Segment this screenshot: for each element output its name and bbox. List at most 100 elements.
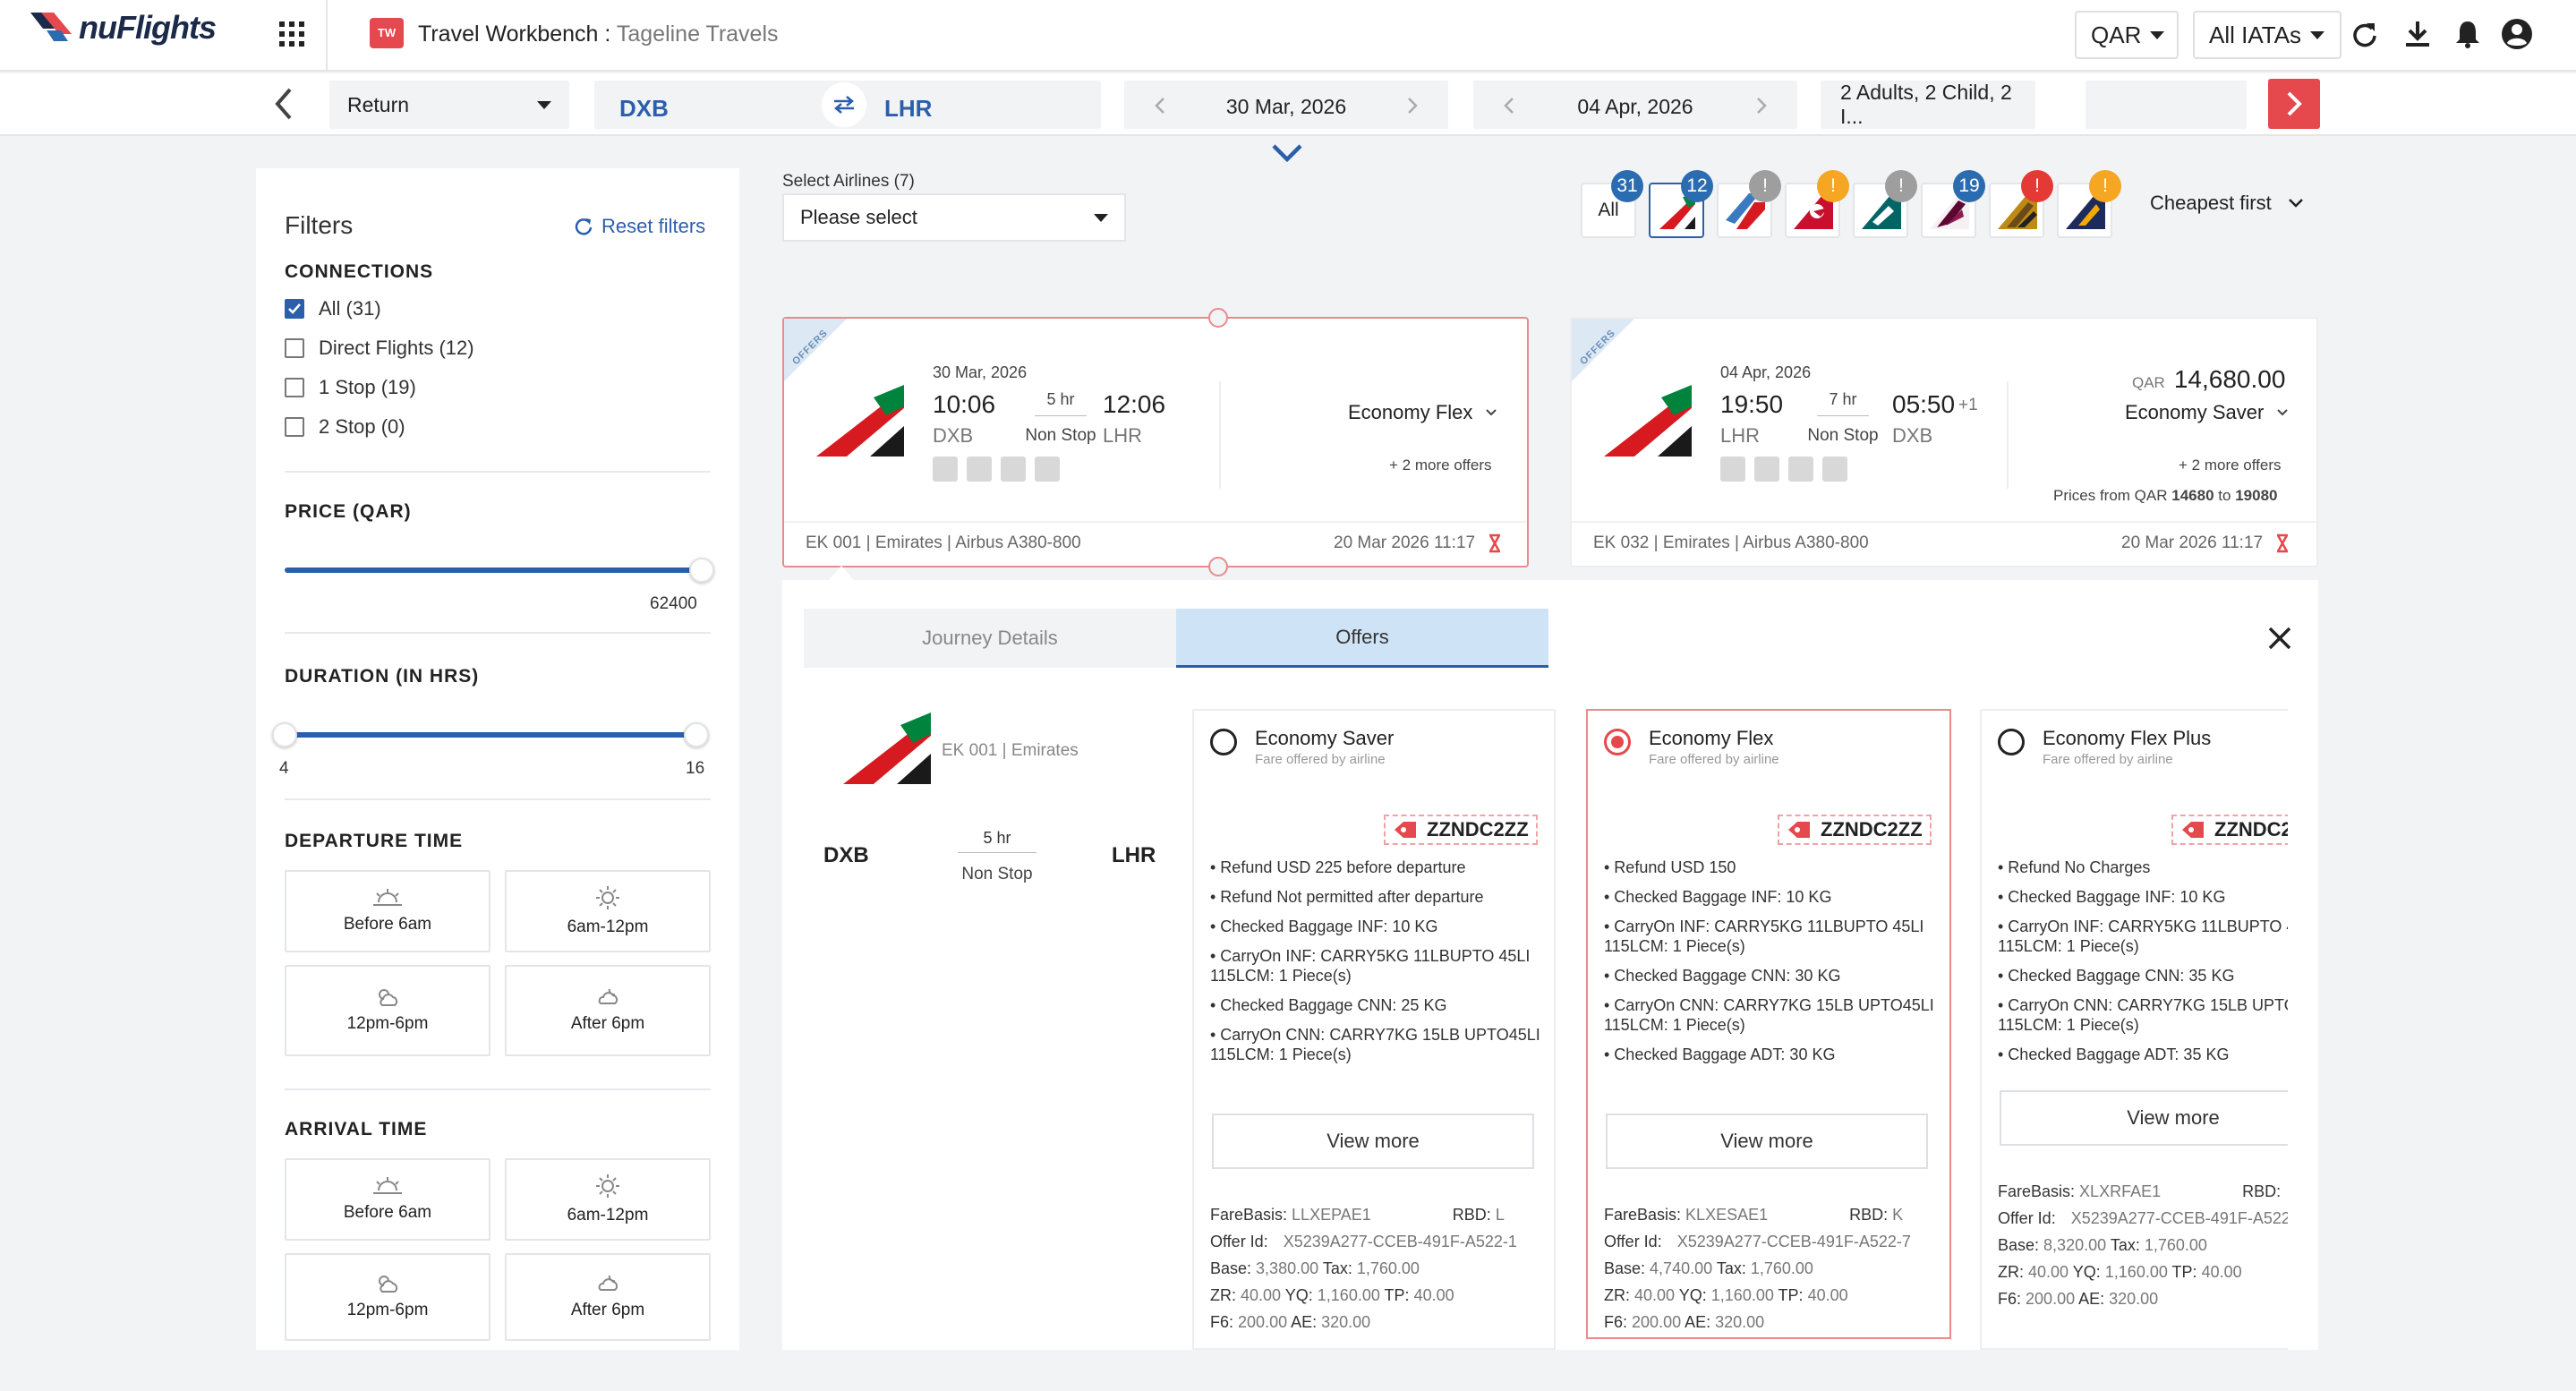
airline-count-badge: 31 [1611, 170, 1643, 202]
prices-from-label: Prices from QAR [2053, 487, 2168, 504]
base-tax-row: Base: 3,380.00 Tax: 1,760.00 [1210, 1255, 1517, 1282]
inbound-fare-select[interactable]: Economy Saver [2125, 401, 2289, 424]
close-icon[interactable] [2268, 627, 2291, 650]
origin-field[interactable]: DXB [619, 95, 669, 123]
departure-before-6am[interactable]: Before 6am [285, 870, 490, 952]
chevron-down-icon [2310, 30, 2325, 39]
reset-filters-button[interactable]: Reset filters [575, 215, 705, 238]
expand-search-chevron-icon[interactable] [1271, 143, 1303, 163]
download-icon[interactable] [2404, 20, 2431, 48]
extra-field[interactable] [2086, 81, 2247, 129]
outbound-dep-time: 10:06 [933, 390, 996, 418]
divider [285, 1088, 711, 1090]
price-slider-track[interactable] [285, 567, 700, 573]
offer-card-economy-flex[interactable]: Economy Flex Fare offered by airline ZZN… [1586, 709, 1951, 1339]
checkbox-checked[interactable] [285, 299, 304, 319]
ae-label: AE: [1685, 1313, 1711, 1331]
arrival-12pm-6pm[interactable]: 12pm-6pm [285, 1253, 490, 1341]
checkbox[interactable] [285, 378, 304, 397]
iata-select[interactable]: All IATAs [2193, 11, 2341, 59]
tab-offers[interactable]: Offers [1176, 609, 1548, 668]
route-field: DXB LHR [594, 81, 1101, 129]
prices-from-max: 19080 [2235, 487, 2278, 504]
offer-radio[interactable] [1210, 729, 1237, 755]
ae-label: AE: [2078, 1290, 2105, 1308]
search-submit-button[interactable] [2268, 79, 2320, 129]
destination-field[interactable]: LHR [884, 95, 932, 123]
back-chevron-icon[interactable] [274, 88, 294, 120]
currency-value: QAR [2091, 21, 2142, 48]
swap-route-button[interactable] [822, 82, 866, 127]
hourglass-icon [2276, 533, 2289, 553]
checkbox[interactable] [285, 417, 304, 437]
passengers-field[interactable]: 2 Adults, 2 Child, 2 I... [1821, 81, 2035, 129]
apps-grid-icon[interactable] [279, 21, 304, 47]
connections-title: CONNECTIONS [285, 261, 434, 282]
yq-value: 1,160.00 [2104, 1263, 2168, 1281]
outbound-fare-select[interactable]: Economy Flex [1348, 401, 1497, 424]
header-divider [326, 0, 328, 72]
refresh-icon[interactable] [2352, 21, 2377, 48]
price-slider-handle[interactable] [689, 558, 714, 583]
connection-option-2-stop[interactable]: 2 Stop (0) [285, 415, 474, 439]
connections-list: All (31) Direct Flights (12) 1 Stop (19)… [285, 297, 474, 439]
connection-option-1-stop[interactable]: 1 Stop (19) [285, 376, 474, 399]
zr-value: 40.00 [1241, 1286, 1282, 1304]
checkbox[interactable] [285, 338, 304, 358]
arrival-after-6pm[interactable]: After 6pm [505, 1253, 711, 1341]
view-more-button[interactable]: View more [1606, 1114, 1928, 1169]
view-more-button[interactable]: View more [1212, 1114, 1534, 1169]
offer-card-economy-flex-plus[interactable]: Economy Flex Plus Fare offered by airlin… [1980, 709, 2288, 1350]
trip-type-select[interactable]: Return [329, 81, 569, 129]
rbd-value: L [1495, 1206, 1505, 1224]
departure-12pm-6pm[interactable]: 12pm-6pm [285, 965, 490, 1056]
return-date-field[interactable]: 04 Apr, 2026 [1473, 81, 1797, 129]
workbench-icon: TW [370, 18, 404, 48]
airline-warning-badge: ! [2021, 170, 2053, 202]
arrival-before-6am[interactable]: Before 6am [285, 1158, 490, 1241]
connection-option-all[interactable]: All (31) [285, 297, 474, 320]
sort-select[interactable]: Cheapest first [2150, 192, 2304, 215]
time-slot-label: Before 6am [343, 915, 432, 934]
airline-select[interactable]: Please select [782, 193, 1126, 242]
user-account-icon[interactable] [2501, 18, 2533, 50]
search-bar: Return DXB LHR 30 Mar, 2026 04 Apr, 2026… [0, 73, 2576, 136]
next-date-icon[interactable] [1756, 97, 1767, 115]
base-label: Base: [1998, 1236, 2040, 1254]
offer-card-economy-saver[interactable]: Economy Saver Fare offered by airline ZZ… [1192, 709, 1556, 1350]
tab-journey-details[interactable]: Journey Details [804, 609, 1176, 668]
inbound-flight-card[interactable]: OFFERS 04 Apr, 2026 19:50 7 hr 05:50 +1 … [1570, 317, 2318, 567]
outbound-more-offers[interactable]: + 2 more offers [1389, 457, 1492, 474]
duration-slider-min-handle[interactable] [272, 722, 297, 747]
logo[interactable]: nuFlights [29, 9, 217, 47]
yq-label: YQ: [1284, 1286, 1313, 1304]
outbound-timestamp: 20 Mar 2026 11:17 [1334, 533, 1476, 552]
offer-radio-selected[interactable] [1604, 729, 1631, 755]
currency-select[interactable]: QAR [2075, 11, 2179, 59]
offer-bullet: • CarryOn INF: CARRY5KG 11LBUPTO 45LI 11… [1604, 917, 1924, 955]
notification-bell-icon[interactable] [2454, 20, 2481, 48]
departure-6am-12pm[interactable]: 6am-12pm [505, 870, 711, 952]
departure-after-6pm[interactable]: After 6pm [505, 965, 711, 1056]
next-date-icon[interactable] [1407, 97, 1418, 115]
prices-to-label: to [2218, 487, 2231, 504]
view-more-button[interactable]: View more [2000, 1090, 2288, 1146]
connection-option-direct[interactable]: Direct Flights (12) [285, 337, 474, 360]
depart-date-field[interactable]: 30 Mar, 2026 [1124, 81, 1448, 129]
f6-label: F6: [1604, 1313, 1628, 1331]
duration-slider-track[interactable] [285, 732, 700, 738]
chevron-down-icon [1486, 409, 1497, 416]
offer-code: ZZNDC2ZZ [2214, 818, 2288, 841]
sort-value: Cheapest first [2150, 192, 2272, 214]
base-tax-row: Base: 4,740.00 Tax: 1,760.00 [1604, 1255, 1911, 1282]
inbound-date: 04 Apr, 2026 [1720, 363, 1812, 381]
duration-slider-max-handle[interactable] [684, 722, 709, 747]
inbound-more-offers[interactable]: + 2 more offers [2179, 457, 2282, 474]
arrival-6am-12pm[interactable]: 6am-12pm [505, 1158, 711, 1241]
outbound-flight-card[interactable]: OFFERS 30 Mar, 2026 10:06 5 hr 12:06 DXB… [782, 317, 1529, 567]
ae-value: 320.00 [2109, 1290, 2159, 1308]
tp-value: 40.00 [1807, 1286, 1848, 1304]
offer-radio[interactable] [1998, 729, 2025, 755]
offer-id-label: Offer Id: [1604, 1233, 1662, 1250]
farebasis-value: LLXEPAE1 [1292, 1206, 1371, 1224]
